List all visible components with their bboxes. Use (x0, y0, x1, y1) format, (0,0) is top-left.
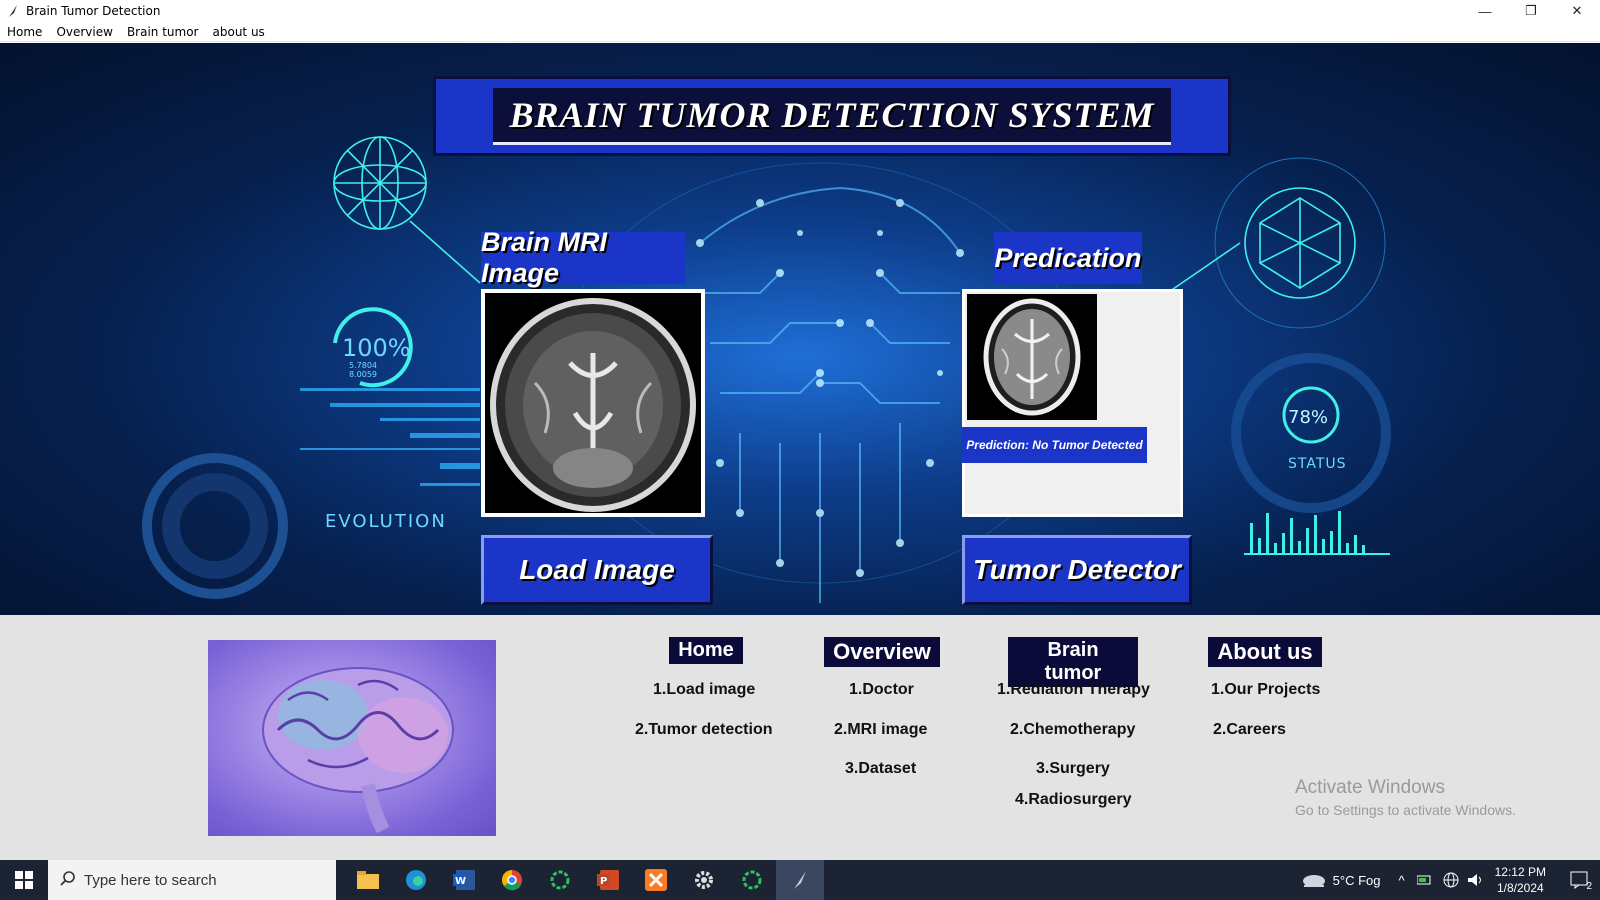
file-explorer-icon[interactable] (344, 860, 392, 900)
footer-link-radiosurgery[interactable]: 4.Radiosurgery (1015, 791, 1131, 809)
powerpoint-icon[interactable]: P (584, 860, 632, 900)
mri-image-panel (481, 289, 705, 517)
settings-gear-icon[interactable] (680, 860, 728, 900)
prediction-label-box: Predication (994, 232, 1142, 284)
taskbar: Type here to search W P 5°C Fog ^ 12:12 … (0, 860, 1600, 900)
clock-date: 1/8/2024 (1496, 881, 1544, 895)
brain-illustration (208, 640, 496, 836)
svg-text:W: W (455, 876, 466, 887)
footer-head-about-us[interactable]: About us (1208, 637, 1322, 667)
hud-small-2: 8.0059 (349, 370, 377, 379)
footer-link-chemotherapy[interactable]: 2.Chemotherapy (1010, 721, 1135, 739)
feather-app-icon (9, 5, 17, 17)
prediction-panel: Prediction: No Tumor Detected (962, 289, 1183, 517)
clock-time: 12:12 PM (1494, 865, 1546, 879)
hud-small-1: 5.7804 (349, 361, 377, 370)
right-hud-spectrum (1244, 511, 1390, 555)
footer-col-about-us: About us (1207, 637, 1323, 667)
hud-evolution: EVOLUTION (325, 511, 447, 532)
mri-label-box: Brain MRI Image (481, 227, 685, 288)
search-placeholder: Type here to search (84, 871, 217, 889)
clock[interactable]: 12:12 PM 1/8/2024 (1495, 864, 1546, 896)
menu-brain-tumor[interactable]: Brain tumor (127, 25, 199, 39)
footer-section: Home 1.Load image 2.Tumor detection Over… (0, 615, 1600, 860)
menu-home[interactable]: Home (7, 25, 42, 39)
menu-about-us[interactable]: about us (213, 25, 265, 39)
tumor-detector-button[interactable]: Tumor Detector (962, 535, 1192, 605)
load-image-label: Load Image (519, 554, 675, 585)
prediction-label: Predication (994, 242, 1142, 273)
system-title: BRAIN TUMOR DETECTION SYSTEM (509, 94, 1155, 135)
right-sphere (1159, 157, 1386, 329)
chrome-icon[interactable] (488, 860, 536, 900)
footer-col-brain-tumor: Brain tumor (1008, 637, 1138, 687)
menu-bar: Home Overview Brain tumor about us (0, 22, 1600, 42)
activate-windows-title: Activate Windows (1295, 777, 1445, 798)
green-ring-app-icon[interactable] (536, 860, 584, 900)
tumor-detector-label: Tumor Detector (973, 554, 1181, 585)
footer-link-mri-image[interactable]: 2.MRI image (834, 721, 927, 739)
footer-link-tumor-detection[interactable]: 2.Tumor detection (635, 721, 773, 739)
footer-link-load-image[interactable]: 1.Load image (653, 681, 755, 699)
edge-browser-icon[interactable] (392, 860, 440, 900)
predicted-mri-thumbnail (983, 298, 1081, 416)
right-hud-ring (1231, 353, 1391, 513)
green-ring-app-2-icon[interactable] (728, 860, 776, 900)
footer-head-brain-tumor[interactable]: Brain tumor (1008, 637, 1138, 687)
mri-scan-image (490, 298, 696, 512)
xampp-icon[interactable] (632, 860, 680, 900)
prediction-result: Prediction: No Tumor Detected (966, 438, 1143, 452)
footer-link-careers[interactable]: 2.Careers (1213, 721, 1286, 739)
system-tray: 5°C Fog ^ 12:12 PM 1/8/2024 2 (1301, 860, 1600, 900)
chevron-up-icon[interactable]: ^ (1399, 873, 1405, 888)
footer-link-radiation-therapy[interactable]: 1.Rediation Therapy (997, 681, 1150, 699)
battery-icon[interactable] (1416, 873, 1433, 887)
maximize-button[interactable]: ❐ (1508, 0, 1554, 22)
menu-overview[interactable]: Overview (56, 25, 113, 39)
hud-percent: 100% (342, 334, 411, 362)
mri-label: Brain MRI Image (481, 227, 608, 288)
footer-col-home: Home (669, 637, 743, 664)
weather-cloud-icon (1302, 875, 1325, 887)
left-sphere (333, 136, 481, 284)
word-icon[interactable]: W (440, 860, 488, 900)
footer-head-overview[interactable]: Overview (824, 637, 940, 667)
notification-count: 2 (1586, 881, 1592, 892)
volume-icon[interactable] (1467, 872, 1485, 888)
prediction-result-box: Prediction: No Tumor Detected (962, 427, 1147, 463)
windows-logo-icon (15, 871, 33, 889)
feather-app-taskbar-icon[interactable] (776, 860, 824, 900)
hero-banner: 100% 5.7804 8.0059 EVOLUTION 78% STATUS … (0, 43, 1600, 615)
minimize-button[interactable]: — (1462, 0, 1508, 22)
system-title-box: BRAIN TUMOR DETECTION SYSTEM (433, 76, 1231, 156)
hud-status-percent: 78% (1288, 407, 1328, 428)
network-globe-icon[interactable] (1443, 872, 1459, 888)
footer-link-our-projects[interactable]: 1.Our Projects (1211, 681, 1320, 699)
footer-link-doctor[interactable]: 1.Doctor (849, 681, 914, 699)
taskbar-search[interactable]: Type here to search (48, 860, 336, 900)
search-icon (60, 870, 76, 891)
load-image-button[interactable]: Load Image (481, 535, 713, 605)
window-title: Brain Tumor Detection (26, 4, 161, 18)
footer-link-dataset[interactable]: 3.Dataset (845, 760, 916, 778)
footer-link-surgery[interactable]: 3.Surgery (1036, 760, 1110, 778)
brain-icon (262, 667, 454, 834)
activate-windows-subtitle: Go to Settings to activate Windows. (1295, 802, 1516, 818)
title-bar: Brain Tumor Detection — ❐ ✕ (0, 0, 1600, 22)
footer-col-overview: Overview (820, 637, 944, 667)
footer-head-home[interactable]: Home (669, 637, 743, 664)
close-button[interactable]: ✕ (1554, 0, 1600, 22)
left-hud-bars (300, 388, 480, 486)
start-button[interactable] (0, 860, 48, 900)
hud-status: STATUS (1288, 456, 1347, 472)
weather-text[interactable]: 5°C Fog (1333, 873, 1381, 888)
notification-center-icon[interactable]: 2 (1560, 860, 1600, 900)
svg-text:P: P (600, 876, 607, 887)
